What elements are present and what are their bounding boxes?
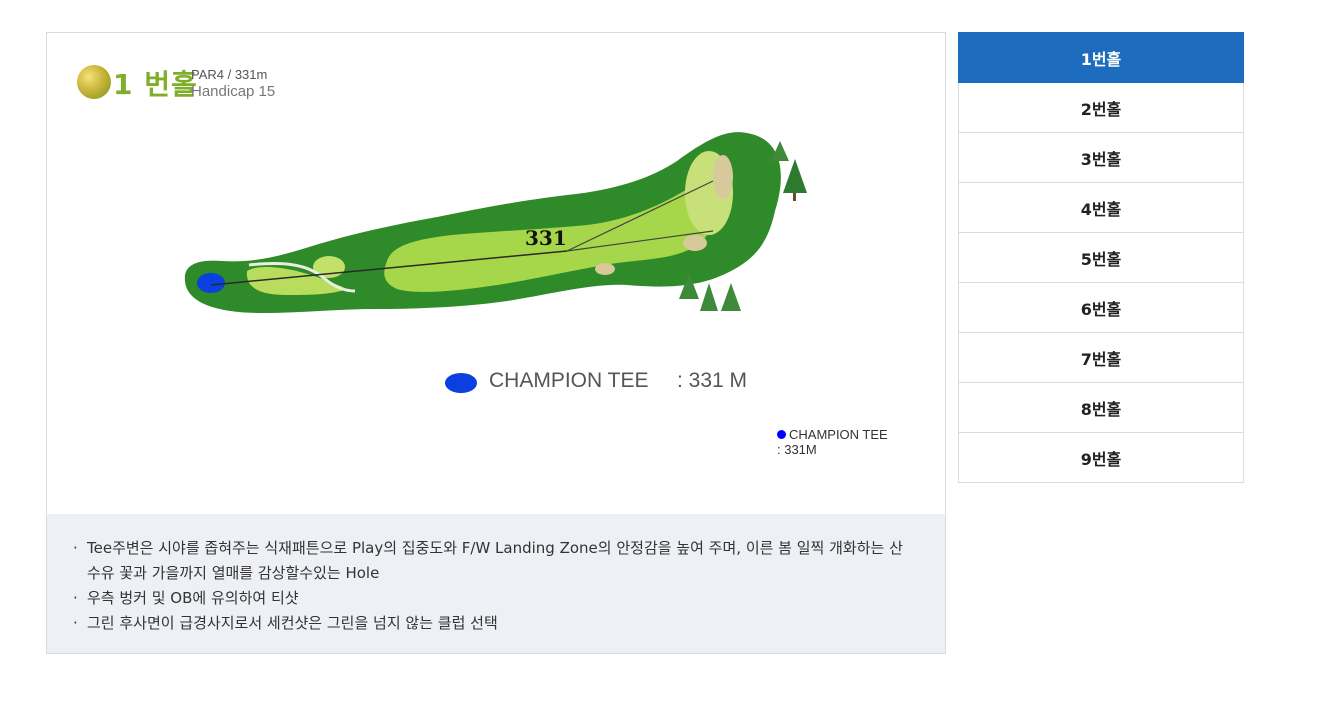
tee-color-icon (445, 373, 477, 393)
tee-legend-name: CHAMPION TEE (489, 369, 649, 392)
hole-title: 1 번홀 (113, 68, 198, 101)
hole-par-distance: PAR4 / 331m (191, 67, 268, 82)
hole-tab-7[interactable]: 7번홀 (958, 333, 1244, 383)
hole-tab-9[interactable]: 9번홀 (958, 433, 1244, 483)
bunker-2 (683, 235, 707, 251)
description-list: Tee주변은 시야를 좁혀주는 식재패튼으로 Play의 집중도와 F/W La… (47, 514, 945, 636)
hole-tab-5[interactable]: 5번홀 (958, 233, 1244, 283)
hole-tab-8[interactable]: 8번홀 (958, 383, 1244, 433)
golf-ball-icon (77, 65, 111, 99)
tee-dot-icon (777, 430, 786, 439)
champion-tee-marker (197, 273, 225, 293)
hole-tab-2[interactable]: 2번홀 (958, 83, 1244, 133)
hole-handicap: Handicap 15 (191, 83, 276, 100)
tee-legend-small-distance: : 331M (777, 442, 817, 457)
hole-tab-list: 1번홀 2번홀 3번홀 4번홀 5번홀 6번홀 7번홀 8번홀 9번홀 (958, 32, 1244, 483)
hole-info-panel: 331 1 번홀 PAR4 / 331m Handicap 15 CHAMPIO… (46, 32, 946, 654)
hole-description: Tee주변은 시야를 좁혀주는 식재패튼으로 Play의 집중도와 F/W La… (47, 514, 945, 653)
tee-legend-small-row: CHAMPION TEE (777, 427, 888, 442)
hole-tab-6[interactable]: 6번홀 (958, 283, 1244, 333)
tee-legend-distance: : 331 M (677, 369, 748, 392)
tee-legend-small-name: CHAMPION TEE (789, 427, 888, 442)
tee-legend-small: CHAMPION TEE : 331M (777, 427, 888, 457)
hole-tab-3[interactable]: 3번홀 (958, 133, 1244, 183)
bunker-3 (595, 263, 615, 275)
description-item: 그린 후사면이 급경사지로서 세컨샷은 그린을 넘지 않는 클럽 선택 (73, 611, 907, 636)
hole-tab-1[interactable]: 1번홀 (958, 32, 1244, 83)
distance-label: 331 (525, 226, 567, 250)
hole-map: 331 1 번홀 PAR4 / 331m Handicap 15 CHAMPIO… (47, 33, 945, 514)
bunker-1 (713, 155, 733, 199)
description-item: 우측 벙커 및 OB에 유의하여 티샷 (73, 586, 907, 611)
description-item: Tee주변은 시야를 좁혀주는 식재패튼으로 Play의 집중도와 F/W La… (73, 536, 907, 586)
hole-tab-4[interactable]: 4번홀 (958, 183, 1244, 233)
